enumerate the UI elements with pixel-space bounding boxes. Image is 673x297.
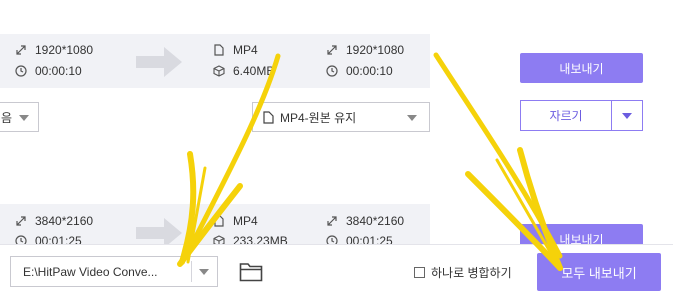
output-resolution-1: 1920*1080 bbox=[325, 43, 404, 57]
folder-icon[interactable] bbox=[239, 262, 263, 282]
export-all-button[interactable]: 모두 내보내기 bbox=[537, 253, 661, 291]
convert-arrow-icon bbox=[136, 47, 182, 77]
file-icon bbox=[212, 214, 226, 228]
left-option-select[interactable]: 음 bbox=[0, 102, 39, 132]
resize-icon bbox=[14, 43, 28, 57]
output-format-1: MP4 bbox=[212, 43, 258, 57]
file-icon bbox=[263, 110, 274, 124]
export-button-1[interactable]: 내보내기 bbox=[520, 53, 643, 83]
resize-icon bbox=[325, 214, 339, 228]
source-resolution-1: 1920*1080 bbox=[14, 43, 93, 57]
source-resolution-2: 3840*2160 bbox=[14, 214, 93, 228]
trim-button[interactable]: 자르기 bbox=[520, 100, 612, 131]
output-format-select[interactable]: MP4-원본 유지 bbox=[252, 102, 430, 132]
merge-checkbox[interactable] bbox=[414, 267, 425, 278]
chevron-down-icon bbox=[199, 269, 209, 275]
file-icon bbox=[212, 43, 226, 57]
output-format-2: MP4 bbox=[212, 214, 258, 228]
resize-icon bbox=[325, 43, 339, 57]
clock-icon bbox=[325, 64, 339, 78]
chevron-down-icon bbox=[407, 115, 417, 121]
divider bbox=[191, 261, 192, 282]
output-size-1: 6.40MB bbox=[212, 64, 274, 78]
merge-label: 하나로 병합하기 bbox=[431, 266, 512, 280]
trim-dropdown-button[interactable] bbox=[611, 100, 643, 131]
output-path-select[interactable]: E:\HitPaw Video Conve... bbox=[10, 256, 218, 287]
cube-icon bbox=[212, 64, 226, 78]
source-duration-1: 00:00:10 bbox=[14, 64, 82, 78]
chevron-down-icon bbox=[622, 112, 632, 119]
resize-icon bbox=[14, 214, 28, 228]
output-duration-1: 00:00:10 bbox=[325, 64, 393, 78]
output-resolution-2: 3840*2160 bbox=[325, 214, 404, 228]
chevron-down-icon bbox=[19, 115, 29, 121]
clock-icon bbox=[14, 64, 28, 78]
